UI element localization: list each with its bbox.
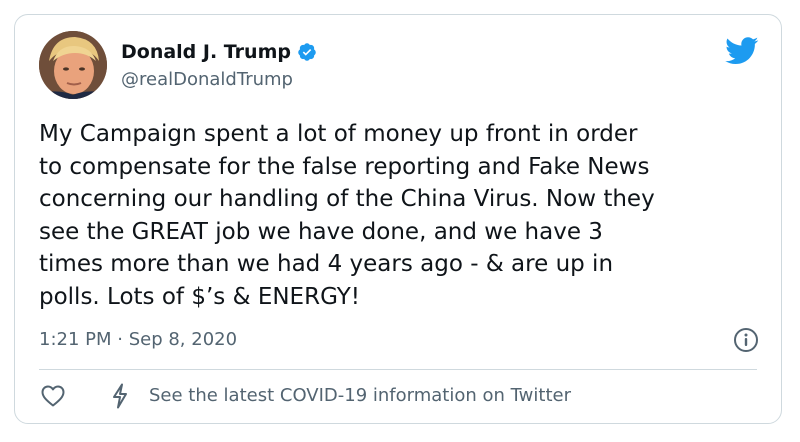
twitter-bird-icon[interactable]	[725, 37, 759, 65]
divider	[39, 369, 757, 370]
display-name[interactable]: Donald J. Trump	[121, 41, 291, 63]
avatar-image	[39, 31, 107, 99]
lightning-bolt-icon[interactable]	[111, 383, 129, 409]
covid-info-link[interactable]: See the latest COVID-19 information on T…	[149, 385, 571, 406]
heart-icon[interactable]	[41, 385, 65, 407]
verified-badge-icon	[298, 43, 316, 61]
author-handle[interactable]: @realDonaldTrump	[121, 69, 293, 90]
author-name-row[interactable]: Donald J. Trump	[121, 41, 317, 63]
avatar[interactable]	[39, 31, 107, 99]
tweet-timestamp[interactable]: 1:21 PM · Sep 8, 2020	[39, 329, 237, 350]
tweet-text: My Campaign spent a lot of money up fron…	[39, 121, 655, 310]
info-icon[interactable]	[733, 327, 759, 353]
tweet-card: Donald J. Trump @realDonaldTrump My Camp…	[14, 14, 782, 424]
